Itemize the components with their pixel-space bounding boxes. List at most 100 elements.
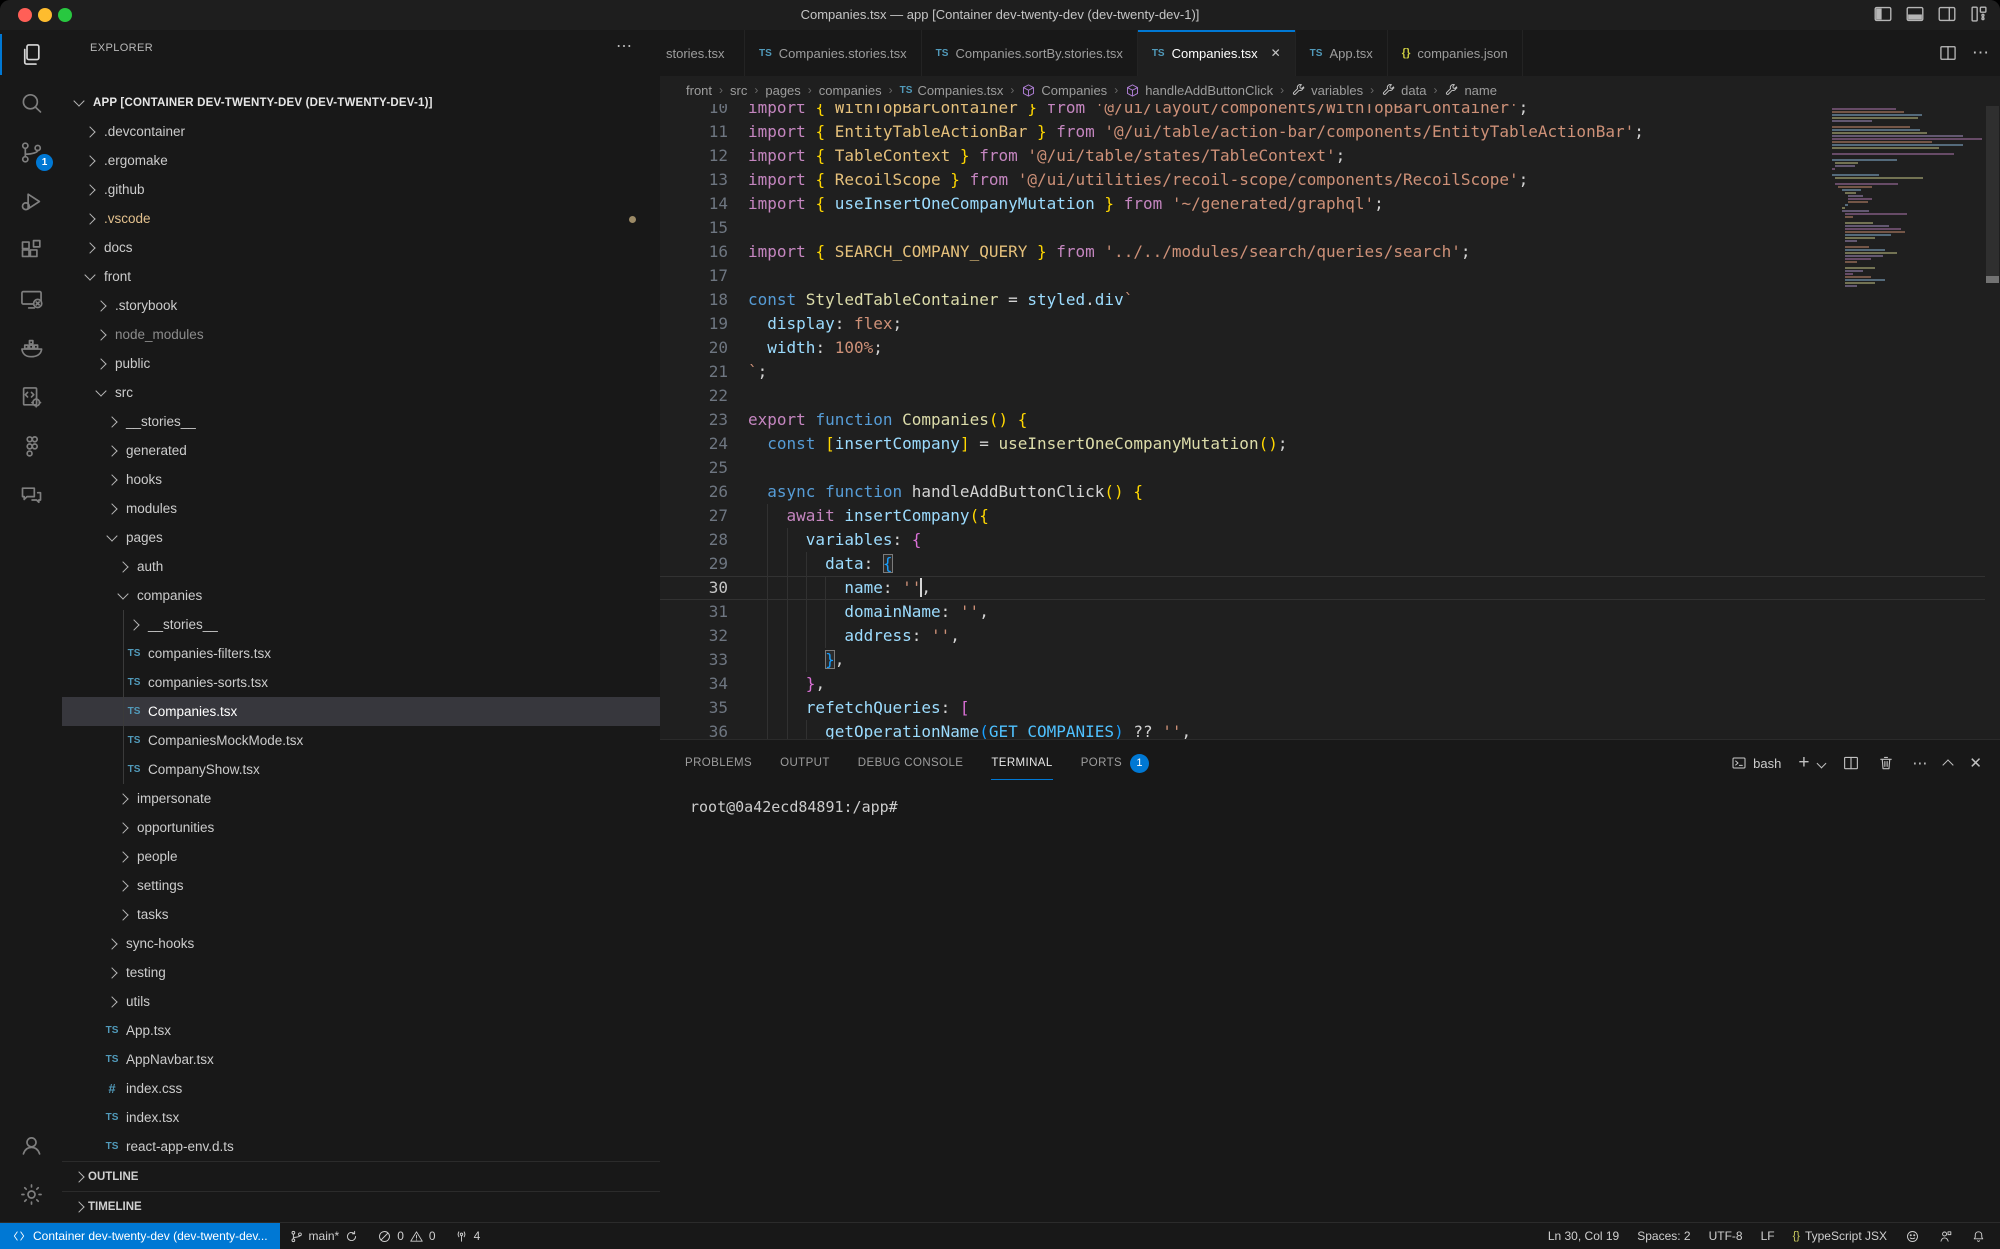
panel-tab-problems[interactable]: PROBLEMS <box>685 740 752 786</box>
code-line-12[interactable]: 12import { TableContext } from '@/ui/tab… <box>660 144 1985 168</box>
activity-item-figma[interactable] <box>0 422 62 471</box>
tree-file-companies-sorts-tsx[interactable]: TScompanies-sorts.tsx <box>62 668 660 697</box>
editor-more-actions-icon[interactable]: ⋯ <box>1972 43 1990 63</box>
code-line-10[interactable]: 10import { WithTopBarContainer } from '@… <box>660 104 1985 120</box>
scrollbar-thumb[interactable] <box>1986 106 1999 283</box>
code-line-18[interactable]: 18const StyledTableContainer = styled.di… <box>660 288 1985 312</box>
kill-terminal-icon[interactable] <box>1877 754 1895 772</box>
terminal-dropdown-icon[interactable] <box>1817 758 1827 768</box>
activity-item-source-control[interactable]: 1 <box>0 128 62 177</box>
timeline-section[interactable]: TIMELINE <box>62 1191 660 1221</box>
code-line-20[interactable]: 20 width: 100%; <box>660 336 1985 360</box>
tree-file-companies-filters-tsx[interactable]: TScompanies-filters.tsx <box>62 639 660 668</box>
breadcrumb-item-companies-tsx[interactable]: TSCompanies.tsx <box>900 83 1004 98</box>
tree-folder-public[interactable]: public <box>62 349 660 378</box>
tree-folder-testing[interactable]: testing <box>62 958 660 987</box>
code-line-36[interactable]: 36 getOperationName(GET_COMPANIES) ?? ''… <box>660 720 1985 740</box>
tree-file-appnavbar-tsx[interactable]: TSAppNavbar.tsx <box>62 1045 660 1074</box>
tree-folder-companies[interactable]: companies <box>62 581 660 610</box>
activity-item-comments[interactable] <box>0 471 62 520</box>
tree-folder-node-modules[interactable]: node_modules <box>62 320 660 349</box>
tree-folder--ergomake[interactable]: .ergomake <box>62 146 660 175</box>
breadcrumb-item-src[interactable]: src <box>730 83 747 98</box>
minimap[interactable] <box>1828 104 1985 740</box>
breadcrumb-item-handleaddbuttonclick[interactable]: handleAddButtonClick <box>1125 83 1273 98</box>
tree-file-companiesmockmode-tsx[interactable]: TSCompaniesMockMode.tsx <box>62 726 660 755</box>
code-line-19[interactable]: 19 display: flex; <box>660 312 1985 336</box>
tree-folder-hooks[interactable]: hooks <box>62 465 660 494</box>
tree-folder--storybook[interactable]: .storybook <box>62 291 660 320</box>
tree-folder--devcontainer[interactable]: .devcontainer <box>62 117 660 146</box>
code-line-31[interactable]: 31 domainName: '', <box>660 600 1985 624</box>
tree-root[interactable]: APP [CONTAINER DEV-TWENTY-DEV (DEV-TWENT… <box>62 88 660 117</box>
tab-companies-stories-tsx[interactable]: TSCompanies.stories.tsx <box>745 30 922 76</box>
code-line-15[interactable]: 15 <box>660 216 1985 240</box>
code-line-30[interactable]: 30 name: '', <box>660 576 1985 600</box>
close-panel-icon[interactable]: ✕ <box>1969 754 1982 772</box>
encoding-item[interactable]: UTF-8 <box>1700 1223 1752 1249</box>
tree-file-index-css[interactable]: #index.css <box>62 1074 660 1103</box>
new-terminal-icon[interactable]: + <box>1798 752 1809 774</box>
activity-item-settings[interactable] <box>0 1170 62 1219</box>
tree-folder-impersonate[interactable]: impersonate <box>62 784 660 813</box>
activity-item-docker[interactable] <box>0 324 62 373</box>
tree-folder--vscode[interactable]: .vscode <box>62 204 660 233</box>
panel-tab-ports[interactable]: PORTS1 <box>1081 740 1149 786</box>
code-line-17[interactable]: 17 <box>660 264 1985 288</box>
feedback-item[interactable] <box>1896 1223 1929 1249</box>
code-line-32[interactable]: 32 address: '', <box>660 624 1985 648</box>
code-line-13[interactable]: 13import { RecoilScope } from '@/ui/util… <box>660 168 1985 192</box>
explorer-more-actions-icon[interactable]: ⋯ <box>616 36 632 56</box>
tab-companies-sortby-stories-tsx[interactable]: TSCompanies.sortBy.stories.tsx <box>922 30 1138 76</box>
activity-item-extensions[interactable] <box>0 226 62 275</box>
code-line-34[interactable]: 34 }, <box>660 672 1985 696</box>
code-line-11[interactable]: 11import { EntityTableActionBar } from '… <box>660 120 1985 144</box>
git-branch-item[interactable]: main* <box>280 1223 369 1249</box>
remote-indicator[interactable]: Container dev-twenty-dev (dev-twenty-dev… <box>0 1223 280 1249</box>
accounts-status-item[interactable] <box>1929 1223 1962 1249</box>
tree-file-react-app-env-d-ts[interactable]: TSreact-app-env.d.ts <box>62 1132 660 1161</box>
activity-item-account[interactable] <box>0 1121 62 1170</box>
code-editor[interactable]: 10import { WithTopBarContainer } from '@… <box>660 104 2000 740</box>
code-line-14[interactable]: 14import { useInsertOneCompanyMutation }… <box>660 192 1985 216</box>
tree-folder--github[interactable]: .github <box>62 175 660 204</box>
tree-folder-docs[interactable]: docs <box>62 233 660 262</box>
tree-folder-generated[interactable]: generated <box>62 436 660 465</box>
tree-folder--stories-[interactable]: __stories__ <box>62 610 660 639</box>
eol-item[interactable]: LF <box>1752 1223 1784 1249</box>
notifications-item[interactable] <box>1962 1223 2000 1249</box>
code-line-28[interactable]: 28 variables: { <box>660 528 1985 552</box>
tree-folder-auth[interactable]: auth <box>62 552 660 581</box>
code-line-23[interactable]: 23export function Companies() { <box>660 408 1985 432</box>
terminal-prompt[interactable]: root@0a42ecd84891:/app# <box>690 798 898 816</box>
panel-tab-terminal[interactable]: TERMINAL <box>991 740 1052 786</box>
breadcrumb-item-data[interactable]: data <box>1381 83 1426 98</box>
tree-folder-sync-hooks[interactable]: sync-hooks <box>62 929 660 958</box>
code-line-26[interactable]: 26 async function handleAddButtonClick()… <box>660 480 1985 504</box>
tree-folder-opportunities[interactable]: opportunities <box>62 813 660 842</box>
code-line-27[interactable]: 27 await insertCompany({ <box>660 504 1985 528</box>
tree-file-companies-tsx[interactable]: TSCompanies.tsx <box>62 697 660 726</box>
code-line-29[interactable]: 29 data: { <box>660 552 1985 576</box>
split-terminal-icon[interactable] <box>1842 754 1860 772</box>
activity-item-explorer[interactable] <box>0 30 62 79</box>
breadcrumb-item-name[interactable]: name <box>1444 83 1497 98</box>
toggle-secondary-sidebar-icon[interactable] <box>1936 3 1958 25</box>
tree-folder--stories-[interactable]: __stories__ <box>62 407 660 436</box>
code-line-16[interactable]: 16import { SEARCH_COMPANY_QUERY } from '… <box>660 240 1985 264</box>
activity-item-run-debug[interactable] <box>0 177 62 226</box>
tab-stories-tsx[interactable]: stories.tsx <box>660 30 745 76</box>
split-editor-icon[interactable] <box>1938 43 1958 63</box>
code-line-35[interactable]: 35 refetchQueries: [ <box>660 696 1985 720</box>
code-line-24[interactable]: 24 const [insertCompany] = useInsertOneC… <box>660 432 1985 456</box>
outline-section[interactable]: OUTLINE <box>62 1161 660 1191</box>
activity-item-dev-containers[interactable] <box>0 373 62 422</box>
tree-folder-front[interactable]: front <box>62 262 660 291</box>
breadcrumb-item-companies[interactable]: companies <box>819 83 882 98</box>
tree-folder-pages[interactable]: pages <box>62 523 660 552</box>
tree-file-companyshow-tsx[interactable]: TSCompanyShow.tsx <box>62 755 660 784</box>
tab-app-tsx[interactable]: TSApp.tsx <box>1296 30 1388 76</box>
panel-tab-output[interactable]: OUTPUT <box>780 740 830 786</box>
language-mode-item[interactable]: {} TypeScript JSX <box>1784 1223 1896 1249</box>
toggle-sidebar-icon[interactable] <box>1872 3 1894 25</box>
